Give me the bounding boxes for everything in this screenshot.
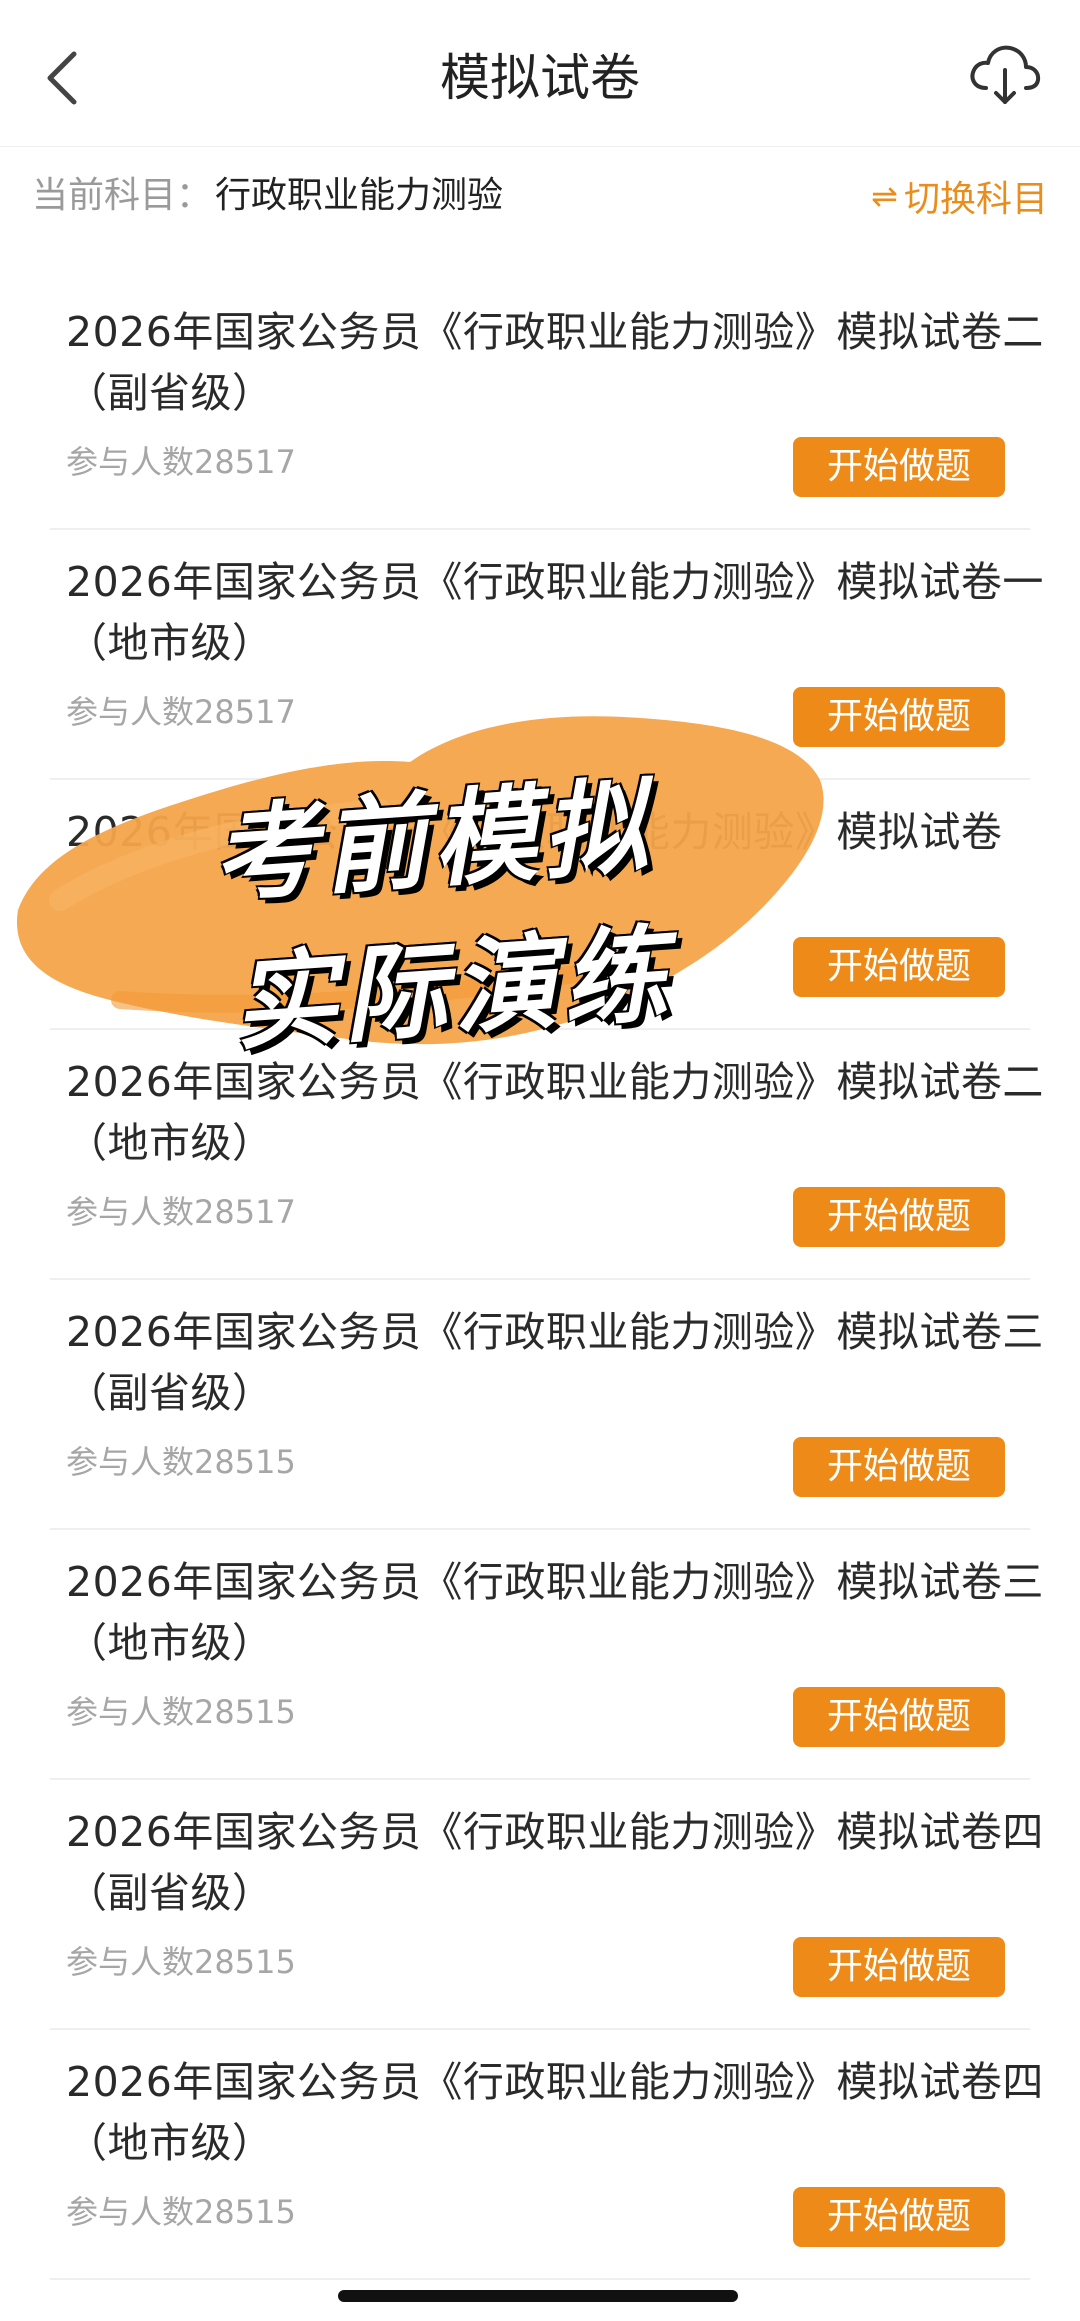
start-quiz-button[interactable]: 开始做题 [793,687,1005,747]
paper-title[interactable]: 2026年国家公务员《行政职业能力测验》模拟试卷 [66,802,1046,863]
start-quiz-button[interactable]: 开始做题 [793,437,1005,497]
swap-arrows-icon: ⇌ [871,177,898,215]
list-item: 2026年国家公务员《行政职业能力测验》模拟试卷 开始做题 [50,780,1030,1030]
paper-title[interactable]: 2026年国家公务员《行政职业能力测验》模拟试卷二（地市级） [66,1052,1046,1174]
download-button[interactable] [964,40,1044,110]
start-quiz-button[interactable]: 开始做题 [793,937,1005,997]
paper-title[interactable]: 2026年国家公务员《行政职业能力测验》模拟试卷一（地市级） [66,552,1046,674]
home-indicator [338,2290,738,2302]
participant-count: 参与人数28515 [66,1943,296,1981]
paper-title[interactable]: 2026年国家公务员《行政职业能力测验》模拟试卷二（副省级） [66,302,1046,424]
current-subject-label: 当前科目： [32,175,213,216]
participant-count: 参与人数28517 [66,1193,296,1231]
start-quiz-button[interactable]: 开始做题 [793,1687,1005,1747]
paper-list: 2026年国家公务员《行政职业能力测验》模拟试卷二（副省级） 参与人数28517… [50,280,1043,2280]
switch-subject-button[interactable]: ⇌ 切换科目 [871,170,1048,222]
participant-count: 参与人数28515 [66,1443,296,1481]
start-quiz-button[interactable]: 开始做题 [793,1937,1005,1997]
participant-count: 参与人数28515 [66,2193,296,2231]
participant-count: 参与人数28517 [66,693,296,731]
list-item: 2026年国家公务员《行政职业能力测验》模拟试卷三（地市级） 参与人数28515… [50,1530,1043,1780]
list-item: 2026年国家公务员《行政职业能力测验》模拟试卷四（地市级） 参与人数28515… [50,2030,1043,2280]
paper-title[interactable]: 2026年国家公务员《行政职业能力测验》模拟试卷三（地市级） [66,1552,1046,1674]
list-item: 2026年国家公务员《行政职业能力测验》模拟试卷二（副省级） 参与人数28517… [50,280,1043,530]
cloud-download-icon [970,45,1041,104]
top-nav-bar: 模拟试卷 [0,0,1080,147]
paper-title[interactable]: 2026年国家公务员《行政职业能力测验》模拟试卷四（副省级） [66,1802,1046,1924]
start-quiz-button[interactable]: 开始做题 [793,1437,1005,1497]
list-item: 2026年国家公务员《行政职业能力测验》模拟试卷一（地市级） 参与人数28517… [50,530,1043,780]
participant-count: 参与人数28517 [66,443,296,481]
page-title: 模拟试卷 [440,49,640,107]
subject-bar: 当前科目： 行政职业能力测验 ⇌ 切换科目 [0,150,1080,242]
list-item: 2026年国家公务员《行政职业能力测验》模拟试卷二（地市级） 参与人数28517… [50,1030,1043,1280]
paper-title[interactable]: 2026年国家公务员《行政职业能力测验》模拟试卷四（地市级） [66,2052,1046,2174]
switch-subject-label: 切换科目 [903,179,1048,220]
start-quiz-button[interactable]: 开始做题 [793,1187,1005,1247]
list-item: 2026年国家公务员《行政职业能力测验》模拟试卷三（副省级） 参与人数28515… [50,1280,1043,1530]
participant-count: 参与人数28515 [66,1693,296,1731]
paper-title[interactable]: 2026年国家公务员《行政职业能力测验》模拟试卷三（副省级） [66,1302,1046,1424]
current-subject-value: 行政职业能力测验 [215,175,504,216]
list-item: 2026年国家公务员《行政职业能力测验》模拟试卷四（副省级） 参与人数28515… [50,1780,1043,2030]
start-quiz-button[interactable]: 开始做题 [793,2187,1005,2247]
